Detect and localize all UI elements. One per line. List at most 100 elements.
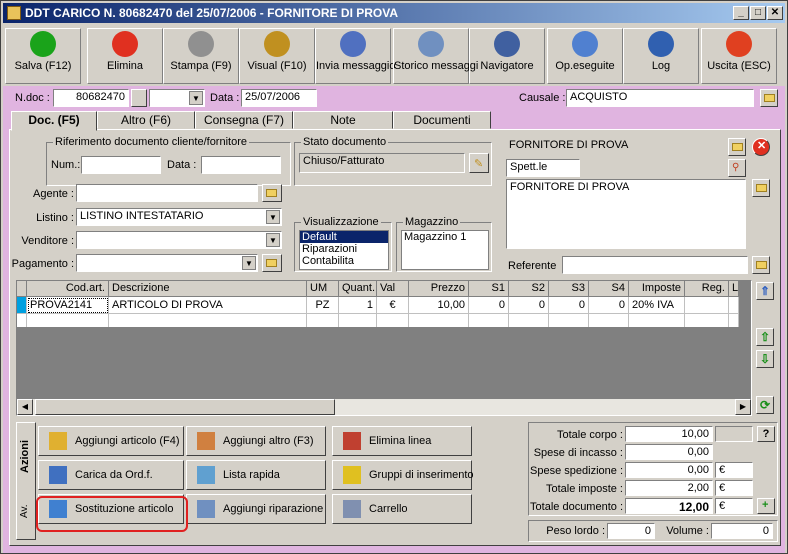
column-header[interactable]: Quant. xyxy=(339,281,377,297)
column-header[interactable]: S4 xyxy=(589,281,629,297)
aggiungi-articolo-f4-button[interactable]: Aggiungi articolo (F4) xyxy=(38,426,184,456)
chevron-down-icon[interactable]: ▼ xyxy=(242,256,256,270)
column-header[interactable]: UM xyxy=(307,281,339,297)
table-cell[interactable]: 0 xyxy=(509,297,549,314)
tab-doc[interactable]: Doc. (F5) xyxy=(11,111,97,131)
help-button[interactable]: ? xyxy=(757,426,775,442)
table-cell[interactable] xyxy=(729,297,739,314)
column-header[interactable]: Cod.art. xyxy=(27,281,109,297)
pagamento-select[interactable]: ▼ xyxy=(76,254,258,272)
chevron-down-icon[interactable]: ▼ xyxy=(266,210,280,224)
table-cell[interactable] xyxy=(685,297,729,314)
aggiungi-riparazione-button[interactable]: Aggiungi riparazione xyxy=(186,494,326,524)
column-header[interactable]: Prezzo xyxy=(409,281,469,297)
rif-num-field[interactable] xyxy=(81,156,161,174)
table-cell[interactable]: ARTICOLO DI PROVA xyxy=(109,297,307,314)
table-cell[interactable]: 0 xyxy=(549,297,589,314)
salva-f12-button[interactable]: Salva (F12) xyxy=(5,28,81,84)
aggiungi-altro-f3-button[interactable]: Aggiungi altro (F3) xyxy=(186,426,326,456)
maximize-button[interactable]: □ xyxy=(750,6,766,20)
ndoc-field[interactable]: 80682470 xyxy=(53,89,129,107)
close-button[interactable]: ✕ xyxy=(767,6,783,20)
move-top-button[interactable]: ⇑ xyxy=(756,282,774,300)
empty-cell[interactable] xyxy=(469,314,509,327)
causale-folder-button[interactable] xyxy=(760,89,778,107)
stato-edit-button[interactable]: ✎ xyxy=(469,153,489,173)
column-header[interactable]: S2 xyxy=(509,281,549,297)
visualizzazione-list[interactable]: Default Riparazioni Contabilita xyxy=(299,230,389,270)
empty-cell[interactable] xyxy=(109,314,307,327)
agente-field[interactable] xyxy=(76,184,258,202)
carrello-button[interactable]: Carrello xyxy=(332,494,472,524)
lista-rapida-button[interactable]: Lista rapida xyxy=(186,460,326,490)
table-cell[interactable]: PZ xyxy=(307,297,339,314)
column-header[interactable]: S3 xyxy=(549,281,589,297)
listino-select[interactable]: LISTINO INTESTATARIO ▼ xyxy=(76,208,282,226)
empty-cell[interactable] xyxy=(685,314,729,327)
table-row-empty[interactable] xyxy=(17,314,739,327)
scroll-thumb[interactable] xyxy=(35,399,335,415)
fornitore-address[interactable]: FORNITORE DI PROVA xyxy=(506,179,746,249)
empty-cell[interactable] xyxy=(339,314,377,327)
elimina-button[interactable]: Elimina xyxy=(87,28,163,84)
stampa-f9-button[interactable]: Stampa (F9) xyxy=(163,28,239,84)
empty-cell[interactable] xyxy=(377,314,409,327)
column-header[interactable]: Imposte xyxy=(629,281,685,297)
empty-cell[interactable] xyxy=(729,314,739,327)
refresh-grid-button[interactable]: ⟳ xyxy=(756,396,774,414)
salutation-field[interactable]: Spett.le xyxy=(506,159,580,177)
tab-note[interactable]: Note xyxy=(293,111,393,129)
tab-av[interactable]: Av. xyxy=(19,491,33,531)
pagamento-folder-button[interactable] xyxy=(262,254,282,272)
agente-folder-button[interactable] xyxy=(262,184,282,202)
visual-f10-button[interactable]: Visual (F10) xyxy=(239,28,315,84)
table-cell[interactable]: 0 xyxy=(589,297,629,314)
empty-cell[interactable] xyxy=(549,314,589,327)
chevron-down-icon[interactable]: ▼ xyxy=(189,91,203,105)
invia-messaggio-button[interactable]: Invia messaggio xyxy=(315,28,396,84)
table-cell[interactable]: € xyxy=(377,297,409,314)
referente-folder-button[interactable] xyxy=(752,256,770,274)
tab-consegna[interactable]: Consegna (F7) xyxy=(195,111,293,129)
column-header[interactable]: Descrizione xyxy=(109,281,307,297)
column-header[interactable]: Reg. xyxy=(685,281,729,297)
move-up-button[interactable]: ⇧ xyxy=(756,328,774,346)
move-down-button[interactable]: ⇩ xyxy=(756,350,774,368)
table-cell[interactable]: PROVA2141 xyxy=(27,297,109,314)
op-eseguite-button[interactable]: Op.eseguite xyxy=(547,28,623,84)
minimize-button[interactable]: _ xyxy=(733,6,749,20)
empty-cell[interactable] xyxy=(307,314,339,327)
table-row[interactable]: PROVA2141 ARTICOLO DI PROVA PZ 1 €10,00 0 0 0 0 2… xyxy=(17,297,739,314)
column-header[interactable]: L xyxy=(729,281,739,297)
navigatore-button[interactable]: Navigatore xyxy=(469,28,545,84)
empty-cell[interactable] xyxy=(629,314,685,327)
referente-field[interactable] xyxy=(562,256,748,274)
visualizzazione-option[interactable]: Contabilita xyxy=(300,255,388,267)
column-header[interactable]: Val xyxy=(377,281,409,297)
column-header[interactable]: S1 xyxy=(469,281,509,297)
visualizzazione-option[interactable]: Riparazioni xyxy=(300,243,388,255)
carica-da-ord-f-button[interactable]: Carica da Ord.f. xyxy=(38,460,184,490)
gruppi-di-inserimento-button[interactable]: Gruppi di inserimento xyxy=(332,460,474,490)
scroll-right-icon[interactable]: ▶ xyxy=(735,399,751,415)
storico-messaggi-button[interactable]: Storico messaggi xyxy=(393,28,478,84)
table-cell[interactable]: 20% IVA xyxy=(629,297,685,314)
venditore-select[interactable]: ▼ xyxy=(76,231,282,249)
date-field[interactable]: 25/07/2006 xyxy=(241,89,317,107)
empty-cell[interactable] xyxy=(409,314,469,327)
articles-grid[interactable]: Cod.art. Descrizione UM Quant. Val Prezzo S1 S2… xyxy=(16,280,752,416)
magazzino-list[interactable]: Magazzino 1 xyxy=(401,230,489,270)
tab-altro[interactable]: Altro (F6) xyxy=(97,111,195,129)
fornitore-folder-button[interactable] xyxy=(728,138,746,156)
table-cell[interactable]: 10,00 xyxy=(409,297,469,314)
fornitore-search-button[interactable]: ⚲ xyxy=(728,159,746,177)
tab-documenti[interactable]: Documenti xyxy=(393,111,491,129)
uscita-esc-button[interactable]: Uscita (ESC) xyxy=(701,28,777,84)
horizontal-scrollbar[interactable]: ◀ ▶ xyxy=(17,399,751,415)
scroll-left-icon[interactable]: ◀ xyxy=(17,399,33,415)
tab-azioni[interactable]: Azioni xyxy=(19,429,33,485)
log-button[interactable]: Log xyxy=(623,28,699,84)
address-folder-button[interactable] xyxy=(752,179,770,197)
row-selector[interactable] xyxy=(17,297,27,314)
elimina-linea-button[interactable]: Elimina linea xyxy=(332,426,472,456)
